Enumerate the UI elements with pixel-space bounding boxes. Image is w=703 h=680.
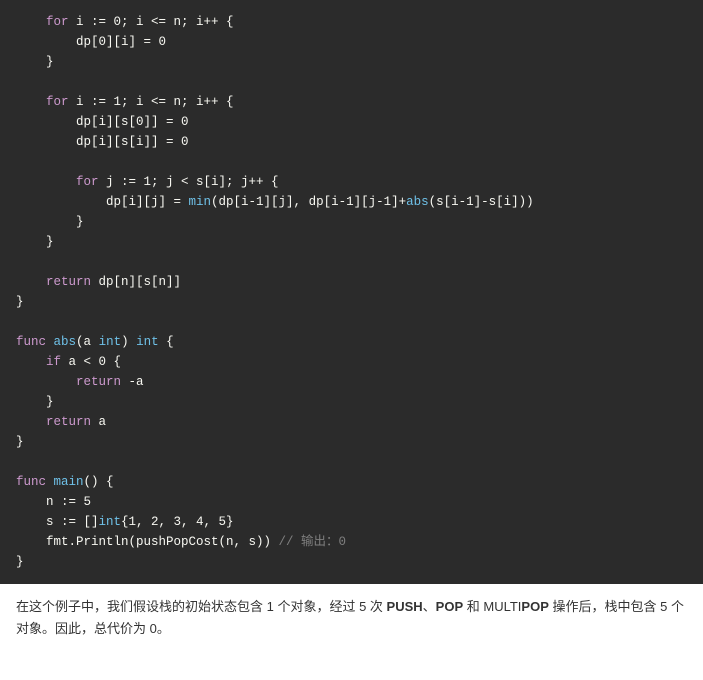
code-content: for i := 0; i <= n; i++ { dp[0][i] = 0 }…: [16, 12, 687, 572]
code-block: for i := 0; i <= n; i++ { dp[0][i] = 0 }…: [0, 0, 703, 584]
text-block: 在这个例子中，我们假设栈的初始状态包含 1 个对象，经过 5 次 PUSH、PO…: [0, 584, 703, 652]
